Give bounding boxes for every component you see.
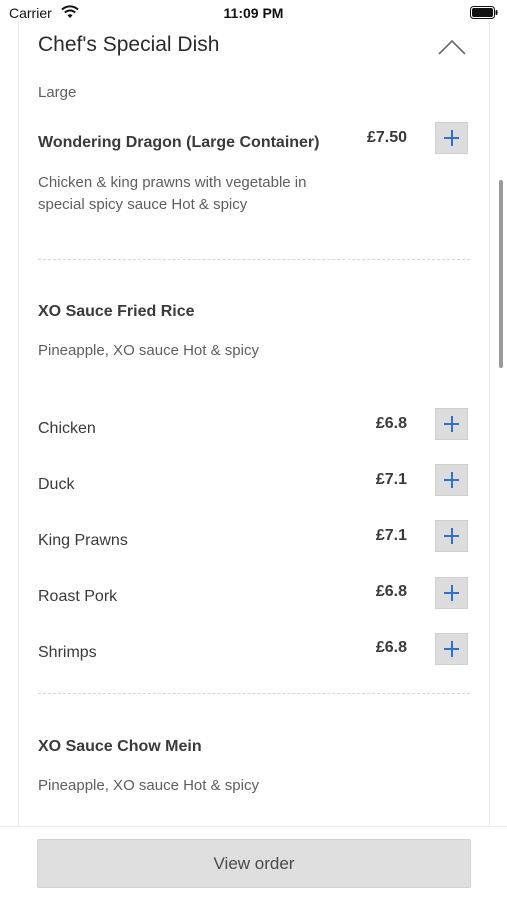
dish-name: XO Sauce Fried Rice: [38, 303, 195, 320]
view-order-button[interactable]: View order: [37, 839, 471, 888]
dish-name: Wondering Dragon (Large Container): [38, 134, 320, 151]
clock: 11:09 PM: [223, 5, 284, 21]
add-button[interactable]: [435, 122, 468, 154]
add-button[interactable]: [435, 633, 468, 665]
dish-price: £7.50: [366, 129, 407, 146]
option-price: £6.8: [375, 415, 407, 432]
add-button[interactable]: [435, 520, 468, 552]
option-price: £7.1: [375, 471, 407, 488]
divider: [38, 259, 470, 260]
option-label: Shrimps: [38, 644, 97, 661]
battery-icon: [470, 6, 498, 19]
chevron-up-icon[interactable]: [436, 36, 468, 58]
option-price: £6.8: [375, 583, 407, 600]
size-label: Large: [38, 84, 77, 101]
dish-description: Pineapple, XO sauce Hot & spicy: [38, 777, 259, 794]
add-button[interactable]: [435, 577, 468, 609]
option-label: Chicken: [38, 420, 96, 437]
option-label: Roast Pork: [38, 588, 118, 605]
option-price: £6.8: [375, 639, 407, 656]
add-button[interactable]: [435, 408, 468, 440]
scrollbar[interactable]: [499, 180, 503, 368]
option-price: £7.1: [375, 527, 407, 544]
dish-name: XO Sauce Chow Mein: [38, 738, 202, 755]
section-title: Chef's Special Dish: [38, 33, 220, 56]
dish-description: Pineapple, XO sauce Hot & spicy: [38, 342, 259, 359]
add-button[interactable]: [435, 464, 468, 496]
dish-description: Chicken & king prawns with vegetable in …: [38, 174, 307, 213]
option-label: King Prawns: [38, 532, 128, 549]
divider: [38, 693, 470, 694]
option-label: Duck: [38, 476, 75, 493]
